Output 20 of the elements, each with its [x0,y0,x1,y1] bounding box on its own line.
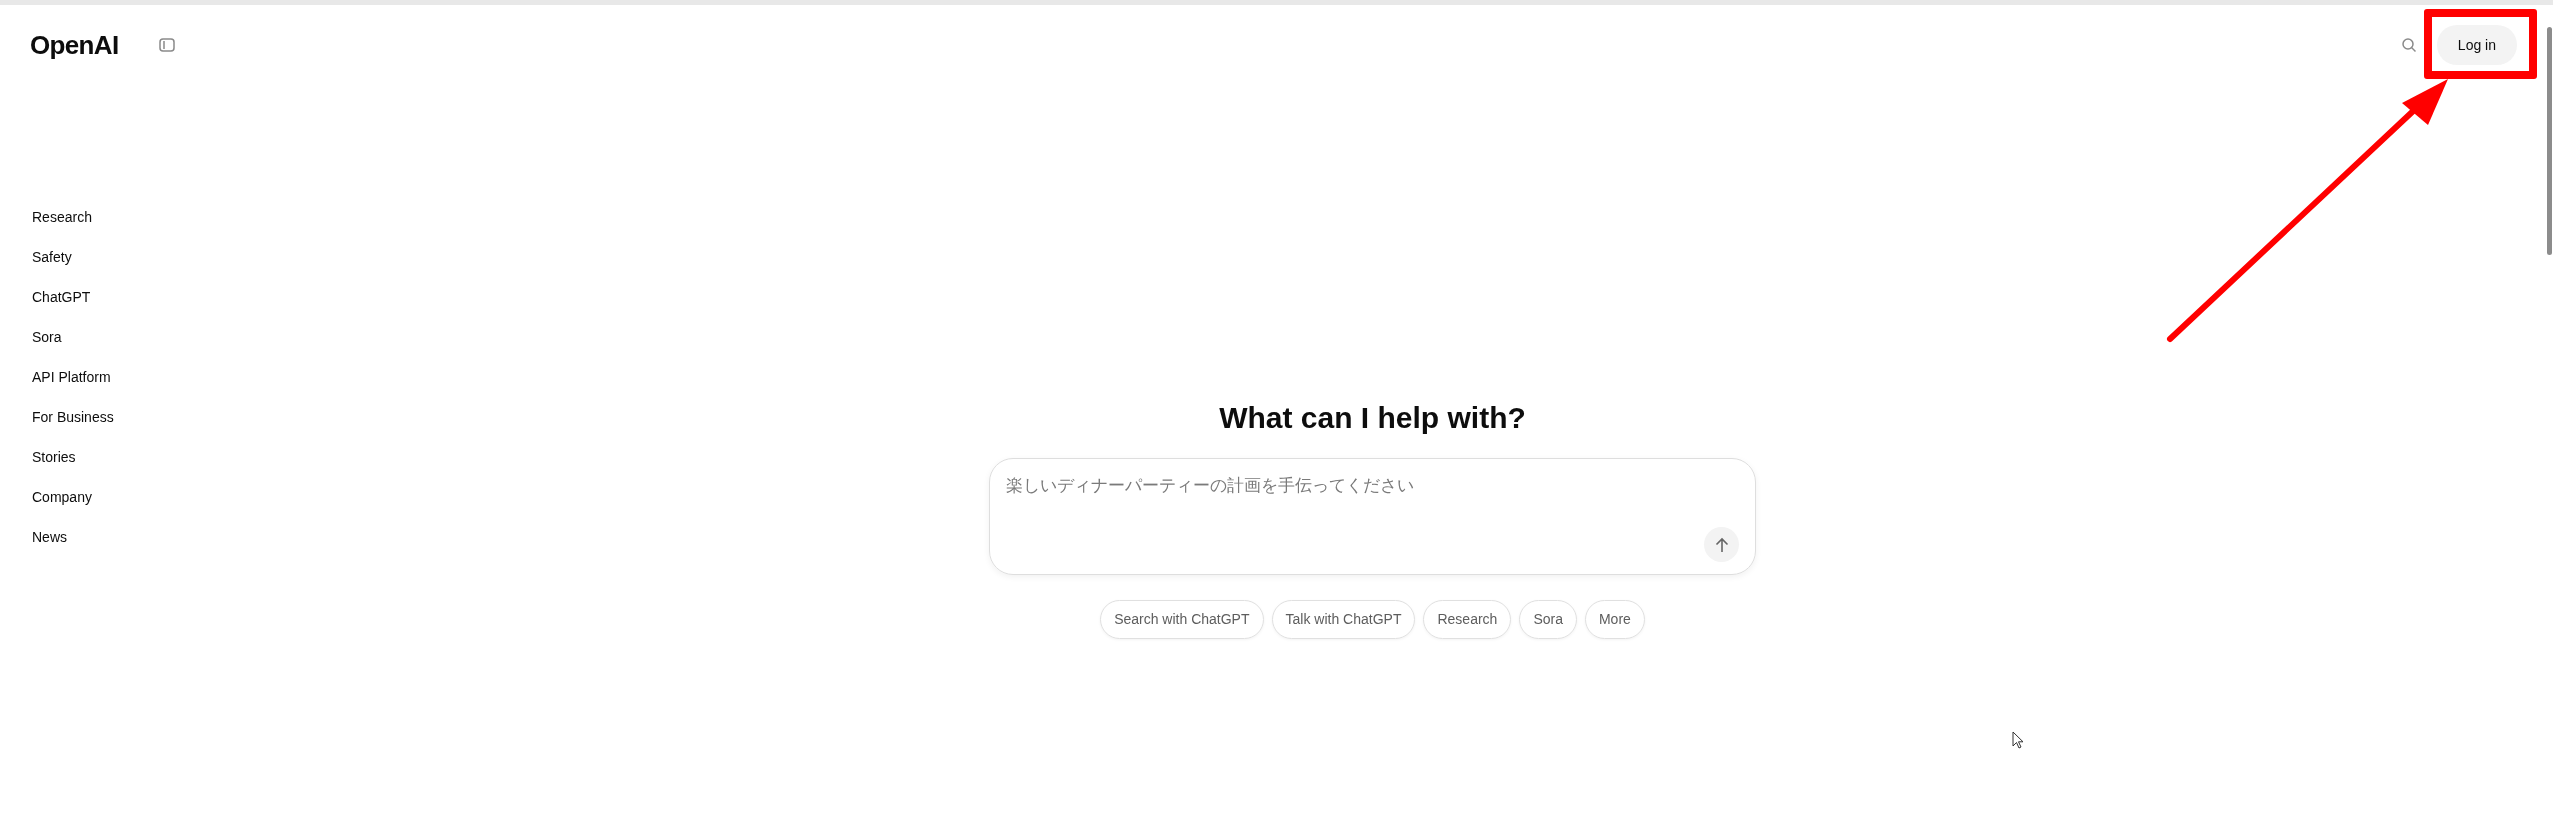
sidebar-link[interactable]: News [32,527,67,547]
arrow-up-icon [1714,536,1729,553]
page-heading: What can I help with? [1219,400,1526,436]
send-button[interactable] [1704,527,1739,562]
scrollbar-thumb[interactable] [2547,27,2552,255]
mouse-pointer-icon [2012,731,2024,749]
sidebar-link[interactable]: For Business [32,407,114,427]
prompt-input[interactable]: 楽しいディナーパーティーの計画を手伝ってください [1006,473,1739,527]
sidebar-link[interactable]: ChatGPT [32,287,91,307]
sidebar-link[interactable]: Safety [32,247,72,267]
sidebar-toggle-icon[interactable] [158,38,175,52]
sidebar-link[interactable]: API Platform [32,367,111,387]
logo[interactable]: OpenAI [30,25,119,65]
prompt-field[interactable]: 楽しいディナーパーティーの計画を手伝ってください [989,458,1756,575]
sidebar-link[interactable]: Company [32,487,92,507]
sidebar-link[interactable]: Research [32,207,92,227]
search-icon[interactable] [2400,37,2417,53]
sidebar-link[interactable]: Sora [32,327,62,347]
sidebar-link[interactable]: Stories [32,447,76,467]
login-button[interactable]: Log in [2436,25,2517,65]
